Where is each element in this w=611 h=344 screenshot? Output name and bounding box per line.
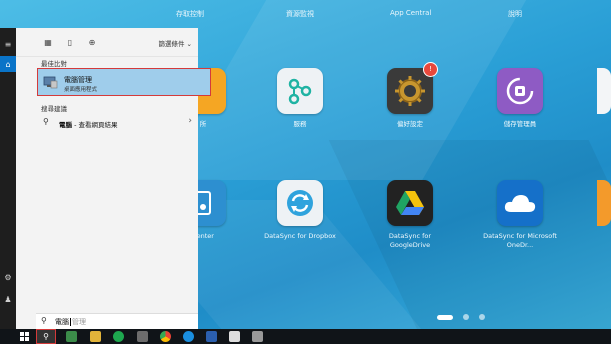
page-dot-active[interactable] [437,314,453,320]
documents-filter-icon[interactable]: ▯ [64,36,76,48]
taskbar-app-icon[interactable] [252,331,263,342]
taskbar-app-icon[interactable] [90,331,101,342]
taskbar-line-icon[interactable] [113,331,124,342]
onedrive-icon [504,195,536,212]
chevron-right-icon: › [188,116,192,126]
app-services[interactable]: 服務 [260,68,340,129]
best-match-header: 最佳比對 [41,60,67,68]
settings-gear-icon[interactable]: ⚙ [0,269,16,285]
storage-manager-icon [506,77,534,105]
search-icon: ⚲ [43,332,49,341]
app-tile-partial-right-1[interactable] [597,68,611,114]
taskbar-app-icon[interactable] [229,331,240,342]
share-network-icon [288,78,312,105]
page-dot[interactable] [479,314,485,320]
windows-start-icon[interactable] [20,332,29,341]
best-match-title: 電腦管理 [64,76,92,84]
start-menu-rail: ≡ ⌂ ⚙ ♟ [0,28,16,329]
app-preferences[interactable]: ! 偏好設定 [370,62,450,129]
top-label-resource-monitor[interactable]: 資源監視 [286,9,314,19]
top-label-help[interactable]: 說明 [508,9,522,19]
top-label-app-central[interactable]: App Central [390,9,431,17]
app-storage-manager[interactable]: 儲存管理員 [480,68,560,129]
taskbar-app-icon[interactable] [66,331,77,342]
notification-badge: ! [423,62,438,77]
chevron-down-icon: ⌄ [186,40,192,48]
taskbar-chrome-icon[interactable] [160,331,171,342]
taskbar-skype-icon[interactable] [183,331,194,342]
taskbar: ⚲ [0,329,611,344]
taskbar-word-icon[interactable] [206,331,217,342]
computer-management-icon [43,76,58,89]
gear-icon [395,76,425,106]
app-datasync-dropbox[interactable]: DataSync for Dropbox [260,180,340,241]
best-match-subtitle: 桌面應用程式 [64,87,98,93]
web-suggestion-item[interactable]: ⚲ 電腦 - 查看網頁結果 › [20,115,202,131]
app-tile-partial-right-2[interactable] [597,180,611,226]
user-icon[interactable]: ♟ [0,291,16,307]
taskbar-app-icon[interactable] [137,331,148,342]
search-filter-bar: ▦ ▯ ⊕ 篩選條件 ⌄ [16,28,198,57]
hamburger-menu-icon[interactable]: ≡ [0,36,16,52]
web-filter-icon[interactable]: ⊕ [86,36,98,48]
app-datasync-onedrive[interactable]: DataSync for Microsoft OneDr... [480,180,560,250]
app-datasync-googledrive[interactable]: DataSync for GoogleDrive [370,180,450,250]
taskbar-search-button[interactable]: ⚲ [36,329,56,344]
best-match-result[interactable]: 電腦管理 桌面應用程式 [37,68,211,96]
page-indicator [437,314,485,320]
search-input[interactable]: ⚲ 電腦 管理 [36,313,198,330]
search-icon: ⚲ [41,316,47,325]
page-dot[interactable] [463,314,469,320]
top-label-access-control[interactable]: 存取控制 [176,9,204,19]
home-icon[interactable]: ⌂ [0,56,16,72]
sync-icon [287,190,313,216]
search-icon: ⚲ [43,117,49,126]
google-drive-icon [396,191,424,215]
filters-dropdown[interactable]: 篩選條件 ⌄ [158,38,192,48]
apps-filter-icon[interactable]: ▦ [42,36,54,48]
search-suggestions-header: 搜尋建議 [41,105,67,113]
